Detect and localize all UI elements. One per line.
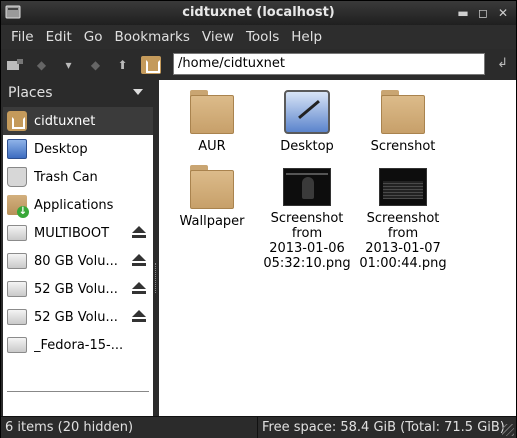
file-item-aur[interactable]: AUR [164,90,260,154]
sidebar-item-label: _Fedora-15-... [34,337,124,353]
image-thumbnail-icon [379,168,427,206]
file-name: Wallpaper [179,214,245,229]
folder-icon [190,165,234,209]
up-icon[interactable]: ⬆ [109,53,136,77]
folder-icon [381,90,425,134]
eject-icon[interactable] [131,254,147,268]
sidebar-item-label: Trash Can [34,169,98,185]
item-count: 6 items (20 hidden) [5,420,134,435]
file-name: Screnshot [370,139,436,154]
resize-grip-icon[interactable] [502,424,514,436]
places-selector[interactable]: Places [1,80,153,106]
back-icon[interactable]: ◆ [28,53,55,77]
history-dropdown-icon[interactable]: ▾ [55,53,82,77]
file-manager-window: cidtuxnet (localhost) ▬ ◻ ✕ File Edit Go… [0,0,517,438]
eject-icon[interactable] [131,310,147,324]
desktop-icon [7,139,27,159]
applications-icon [7,195,29,218]
new-tab-icon[interactable] [1,53,28,77]
sidebar-item-label: 52 GB Volu... [34,309,118,325]
menu-edit[interactable]: Edit [40,29,78,45]
sidebar-item-multiboot[interactable]: MULTIBOOT [3,219,153,247]
sidebar-item-label: 52 GB Volu... [34,281,118,297]
sidebar-item-volume-80gb[interactable]: 80 GB Volu... [3,247,153,275]
sidebar-item-label: 80 GB Volu... [34,253,118,269]
sidebar-item-desktop[interactable]: Desktop [3,135,153,163]
menu-go[interactable]: Go [78,29,109,45]
sidebar-item-volume-52gb-2[interactable]: 52 GB Volu... [3,303,153,331]
go-icon[interactable]: ↲ [497,56,508,71]
side-panel: Places cidtuxnet Desktop Trash Can Appli… [1,80,153,416]
toolbar: ◆ ▾ ◆ ⬆ /home/cidtuxnet ↲ [1,50,516,79]
home-folder-icon [7,111,27,131]
free-space: Free space: 58.4 GiB (Total: 71.5 GiB) [257,417,505,438]
status-bar: 6 items (20 hidden) Free space: 58.4 GiB… [1,416,516,438]
title-bar[interactable]: cidtuxnet (localhost) ▬ ◻ ✕ [1,1,516,25]
file-item-desktop[interactable]: Desktop [259,90,355,154]
window-title: cidtuxnet (localhost) [182,5,335,20]
file-name: Screenshot from 2013-01-07 01:00:44.png [359,211,447,271]
divider [7,391,149,392]
file-name: Screenshot from 2013-01-06 05:32:10.png [263,211,351,271]
menu-view[interactable]: View [196,29,240,45]
chevron-down-icon[interactable] [133,89,143,95]
file-view[interactable]: AUR Desktop Screnshot Wallpaper Screensh… [159,80,516,416]
desktop-icon [284,90,330,134]
sidebar-item-home[interactable]: cidtuxnet [3,107,153,135]
drive-icon [7,253,27,269]
maximize-icon[interactable]: ◻ [476,6,490,20]
drive-icon [7,281,27,297]
file-item-screnshot[interactable]: Screnshot [355,90,451,154]
drive-icon [7,309,27,325]
places-header-label: Places [8,85,53,101]
file-item-wallpaper[interactable]: Wallpaper [164,165,260,229]
eject-icon[interactable] [131,226,147,240]
splitter-grip-icon [155,263,157,293]
minimize-icon[interactable]: ▬ [456,6,470,20]
sidebar-item-applications[interactable]: Applications [3,191,153,219]
sidebar-item-label: MULTIBOOT [34,225,110,241]
menu-bar: File Edit Go Bookmarks View Tools Help [1,25,516,49]
menu-bookmarks[interactable]: Bookmarks [108,29,195,45]
menu-help[interactable]: Help [285,29,328,45]
image-thumbnail-icon [283,168,331,206]
home-icon[interactable] [136,53,163,77]
folder-icon [190,90,234,134]
trash-icon [7,167,27,187]
file-item-screenshot-0106[interactable]: Screenshot from 2013-01-06 05:32:10.png [259,165,355,271]
file-name: AUR [198,139,226,154]
file-item-screenshot-0107[interactable]: Screenshot from 2013-01-07 01:00:44.png [355,165,451,271]
sidebar-item-label: cidtuxnet [34,113,96,129]
sidebar-item-label: Applications [34,197,114,213]
places-list: cidtuxnet Desktop Trash Can Applications… [3,107,153,416]
sidebar-item-label: Desktop [34,141,88,157]
location-bar[interactable]: /home/cidtuxnet [173,53,485,75]
drive-icon [7,225,27,241]
sidebar-item-volume-52gb-1[interactable]: 52 GB Volu... [3,275,153,303]
sidebar-item-trash[interactable]: Trash Can [3,163,153,191]
menu-tools[interactable]: Tools [240,29,285,45]
drive-icon [7,337,27,353]
menu-file[interactable]: File [5,29,40,45]
forward-icon[interactable]: ◆ [82,53,109,77]
file-name: Desktop [280,139,334,154]
close-icon[interactable]: ✕ [496,6,510,20]
sidebar-item-fedora[interactable]: _Fedora-15-... [3,331,153,359]
eject-icon[interactable] [131,282,147,296]
